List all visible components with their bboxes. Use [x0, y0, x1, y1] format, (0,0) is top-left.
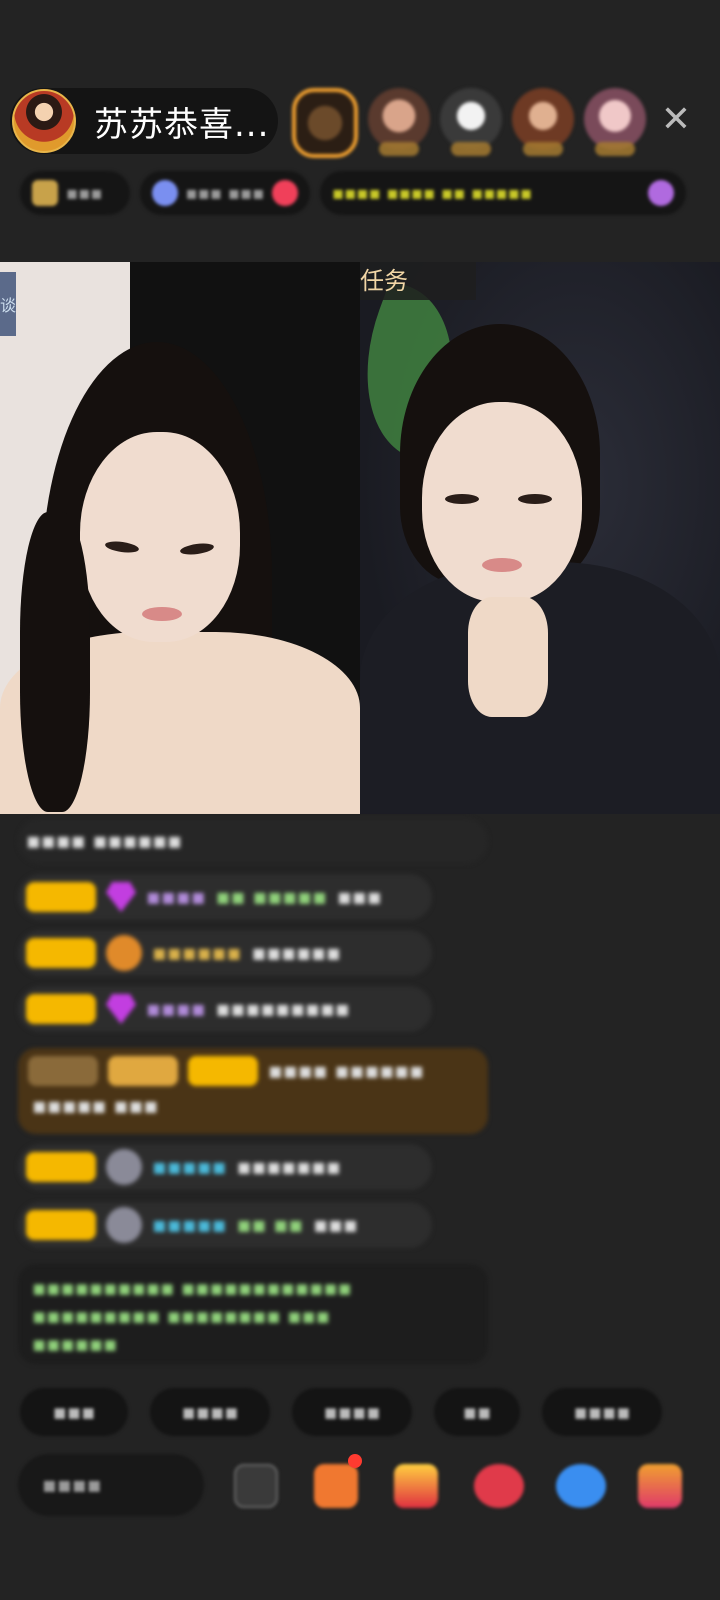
user-avatar[interactable] — [106, 1207, 142, 1243]
viewer-avatar[interactable] — [584, 88, 646, 156]
message-text: ▪▪▪▪▪▪ — [251, 940, 341, 966]
message-text: ▪▪▪ — [337, 884, 382, 910]
quick-reply[interactable]: ▪▪▪▪ — [292, 1388, 412, 1436]
comment-input[interactable]: ▪▪▪▪ — [18, 1454, 204, 1516]
fans-club-icon — [152, 180, 178, 206]
quick-reply-text: ▪▪▪▪ — [181, 1400, 239, 1424]
user-name[interactable]: ▪▪▪▪▪ — [152, 1213, 227, 1238]
chat-message[interactable]: ▪▪▪▪▪ ▪▪▪▪▪▪▪ — [18, 1144, 432, 1190]
viewer-avatar[interactable] — [512, 88, 574, 156]
viewer-rank-badge — [379, 142, 419, 156]
level-badge — [28, 1056, 98, 1086]
message-text: ▪▪▪▪▪ ▪▪▪ — [32, 1094, 159, 1119]
quick-reply-text: ▪▪ — [462, 1400, 492, 1424]
popularity-pill[interactable]: ▪▪▪ — [20, 171, 130, 215]
quick-reply[interactable]: ▪▪ — [434, 1388, 520, 1436]
guest-neck — [468, 597, 548, 717]
chat-message[interactable]: ▪▪▪▪ ▪▪▪▪▪▪▪▪▪ — [18, 986, 432, 1032]
guest-lips — [482, 558, 522, 572]
user-name[interactable]: ▪▪▪▪ — [146, 997, 206, 1022]
stats-bar: ▪▪▪ ▪▪▪ ▪▪▪ ▪▪▪▪ ▪▪▪▪ ▪▪ ▪▪▪▪▪ — [20, 170, 686, 216]
streamer-lips — [142, 607, 182, 621]
host-info-pill[interactable]: 苏苏恭喜... — [10, 88, 278, 154]
level-badge — [188, 1056, 258, 1086]
gift-message-line: ▪▪▪▪▪ ▪▪▪ — [32, 1094, 474, 1119]
user-name[interactable]: ▪▪▪▪▪▪ — [152, 941, 241, 966]
streamer-hair-strand — [20, 512, 90, 812]
viewer-rank-badge — [595, 142, 635, 156]
message-text: ▪▪▪ — [313, 1212, 358, 1238]
message-text: ▪▪ ▪▪ — [236, 1212, 304, 1238]
user-name[interactable]: ▪▪▪▪▪ — [152, 1155, 227, 1180]
guest-video[interactable]: 任务 — [360, 262, 720, 814]
diamond-icon — [106, 882, 136, 912]
host-avatar[interactable] — [12, 89, 76, 153]
popularity-value: ▪▪▪ — [66, 182, 103, 204]
fire-icon — [32, 180, 58, 206]
viewer-avatar[interactable] — [292, 88, 358, 158]
gift-message-row: ▪▪▪▪ ▪▪▪▪▪▪ — [28, 1056, 478, 1086]
user-name[interactable]: ▪▪▪▪ — [146, 885, 206, 910]
more-tools-icon[interactable] — [234, 1464, 278, 1508]
notification-dot — [348, 1454, 362, 1468]
chat-message[interactable]: ▪▪▪▪▪ ▪▪ ▪▪ ▪▪▪ — [18, 1202, 432, 1248]
message-text: ▪▪ ▪▪▪▪▪ — [215, 884, 328, 910]
rank-icon — [648, 180, 674, 206]
level-badge — [26, 1152, 96, 1182]
quick-reply-text: ▪▪▪ — [52, 1400, 96, 1424]
notice-text: ▪▪▪▪▪▪▪▪▪▪ ▪▪▪▪▪▪▪▪▪▪▪▪ ▪▪▪▪▪▪▪▪▪ ▪▪▪▪▪▪▪… — [32, 1276, 352, 1356]
top-viewers-list — [292, 88, 646, 158]
game-icon[interactable] — [556, 1464, 606, 1508]
level-badge — [108, 1056, 178, 1086]
co-host-video-area[interactable]: 谈 任务 — [0, 262, 720, 814]
guest-eye — [518, 494, 552, 504]
level-badge — [26, 882, 96, 912]
fans-club-pill[interactable]: ▪▪▪ ▪▪▪ — [140, 171, 310, 215]
gift-message[interactable]: ▪▪▪▪ ▪▪▪▪▪▪ ▪▪▪▪▪ ▪▪▪ — [18, 1048, 488, 1134]
gift-icon[interactable] — [638, 1464, 682, 1508]
fan-badge-icon — [106, 935, 142, 971]
rank-info: ▪▪▪▪ ▪▪▪▪ ▪▪ ▪▪▪▪▪ — [332, 182, 533, 204]
level-badge — [26, 938, 96, 968]
comment-placeholder: ▪▪▪▪ — [42, 1472, 102, 1498]
quick-reply-text: ▪▪▪▪ — [323, 1400, 381, 1424]
quick-reply-text: ▪▪▪▪ — [573, 1400, 631, 1424]
host-name: 苏苏恭喜... — [94, 104, 270, 145]
follow-icon[interactable] — [272, 180, 298, 206]
gift-box-icon[interactable] — [314, 1464, 358, 1508]
quick-reply[interactable]: ▪▪▪▪ — [542, 1388, 662, 1436]
bottom-toolbar: ▪▪▪▪ — [18, 1454, 720, 1518]
task-tag[interactable]: 任务 — [360, 262, 476, 300]
diamond-icon — [106, 994, 136, 1024]
level-badge — [26, 994, 96, 1024]
guest-face — [422, 402, 582, 602]
chat-system-message: ▪▪▪▪ ▪▪▪▪▪▪ — [18, 818, 488, 864]
viewer-rank-badge — [523, 142, 563, 156]
viewer-rank-badge — [451, 142, 491, 156]
message-text: ▪▪▪▪▪▪▪ — [236, 1154, 341, 1180]
live-room-screen: 苏苏恭喜... ✕ ▪▪▪ ▪▪▪ ▪▪▪ ▪▪▪▪ ▪▪▪▪ ▪▪ ▪▪▪▪▪… — [0, 0, 720, 1600]
host-video[interactable]: 谈 — [0, 262, 360, 814]
level-badge — [26, 1210, 96, 1240]
close-icon[interactable]: ✕ — [656, 100, 696, 140]
red-packet-icon[interactable] — [474, 1464, 524, 1508]
treasure-icon[interactable] — [394, 1464, 438, 1508]
guest-eye — [445, 494, 479, 504]
quick-reply[interactable]: ▪▪▪▪ — [150, 1388, 270, 1436]
viewer-avatar[interactable] — [368, 88, 430, 156]
message-text: ▪▪▪▪ ▪▪▪▪▪▪ — [268, 1058, 425, 1084]
system-notice: ▪▪▪▪▪▪▪▪▪▪ ▪▪▪▪▪▪▪▪▪▪▪▪ ▪▪▪▪▪▪▪▪▪ ▪▪▪▪▪▪▪… — [18, 1264, 488, 1364]
viewer-avatar[interactable] — [440, 88, 502, 156]
quick-reply[interactable]: ▪▪▪ — [20, 1388, 128, 1436]
message-text: ▪▪▪▪ ▪▪▪▪▪▪ — [26, 828, 183, 854]
message-text: ▪▪▪▪▪▪▪▪▪ — [215, 996, 350, 1022]
quick-reply-row: ▪▪▪ ▪▪▪▪ ▪▪▪▪ ▪▪ ▪▪▪▪ — [20, 1388, 662, 1436]
left-side-tag[interactable]: 谈 — [0, 272, 16, 336]
chat-message[interactable]: ▪▪▪▪▪▪ ▪▪▪▪▪▪ — [18, 930, 432, 976]
rank-pill[interactable]: ▪▪▪▪ ▪▪▪▪ ▪▪ ▪▪▪▪▪ — [320, 171, 686, 215]
chat-message[interactable]: ▪▪▪▪ ▪▪ ▪▪▪▪▪ ▪▪▪ — [18, 874, 432, 920]
fans-club-value: ▪▪▪ ▪▪▪ — [185, 182, 265, 204]
user-avatar[interactable] — [106, 1149, 142, 1185]
